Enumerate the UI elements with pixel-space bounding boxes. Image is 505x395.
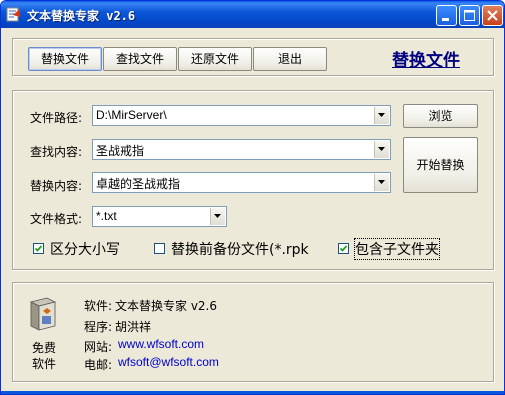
backup-label[interactable]: 替换前备份文件(*.rpk [171,239,309,259]
software-box-icon [29,297,57,331]
path-combobox[interactable]: D:\MirServer\ [92,105,391,126]
checkmark-icon [339,245,348,252]
browse-button[interactable]: 浏览 [403,104,478,128]
replace-files-button[interactable]: 替换文件 [28,47,102,71]
dropdown-arrow-icon [378,113,385,117]
maximize-button[interactable] [459,5,480,26]
email-link[interactable]: wfsoft@wfsoft.com [118,355,219,369]
free-label-line2: 软件 [32,357,57,371]
website-link[interactable]: www.wfsoft.com [118,337,204,351]
find-value: 圣战戒指 [96,144,145,158]
find-files-button[interactable]: 查找文件 [103,47,177,71]
backup-checkbox[interactable] [154,243,165,254]
dropdown-arrow-icon [378,147,385,151]
path-label: 文件路径: [30,111,83,125]
website-label: 网站: [84,340,113,354]
dropdown-arrow-icon [378,180,385,184]
minimize-button[interactable] [436,5,457,26]
format-dropdown-button[interactable] [210,208,225,225]
app-icon [6,7,20,22]
find-label: 查找内容: [30,145,83,159]
replace-label: 替换内容: [30,179,83,193]
close-icon [487,10,498,21]
find-dropdown-button[interactable] [374,141,389,158]
maximize-icon [464,10,475,21]
checkmark-icon [34,245,43,252]
window-frame-bottom [1,391,504,394]
replace-files-link[interactable]: 替换文件 [392,46,460,71]
dropdown-arrow-icon [214,214,221,218]
exit-button[interactable]: 退出 [253,47,327,71]
replace-value: 卓越的圣战戒指 [96,177,181,191]
website-link-text[interactable]: www.wfsoft.com [118,337,204,351]
format-value: *.txt [96,209,117,223]
path-dropdown-button[interactable] [374,107,389,124]
subfolders-label[interactable]: 包含子文件夹 [354,238,440,260]
minimize-icon [442,18,449,21]
find-combobox[interactable]: 圣战戒指 [92,139,391,160]
format-combobox[interactable]: *.txt [92,206,227,227]
software-label: 软件: [84,299,113,313]
replace-combobox[interactable]: 卓越的圣战戒指 [92,172,391,193]
email-label: 电邮: [84,358,113,372]
replace-dropdown-button[interactable] [374,174,389,191]
start-replace-button[interactable]: 开始替换 [403,137,478,193]
software-value: 文本替换专家 v2.6 [115,299,218,313]
case-sensitive-label[interactable]: 区分大小写 [50,239,120,259]
author-label: 程序: [84,320,113,334]
restore-files-button[interactable]: 还原文件 [178,47,252,71]
app-window: 文本替换专家 v2.6 替换文件 查找文件 还原文件 退出 替换文件 文件路径:… [0,0,505,395]
window-title: 文本替换专家 v2.6 [27,9,136,23]
path-value: D:\MirServer\ [96,108,167,122]
case-sensitive-checkbox[interactable] [33,243,44,254]
author-value: 胡洪祥 [115,320,152,334]
free-label-line1: 免费 [32,341,57,355]
format-label: 文件格式: [30,212,83,226]
email-link-text[interactable]: wfsoft@wfsoft.com [118,355,219,369]
close-button[interactable] [482,5,503,26]
subfolders-checkbox[interactable] [338,243,349,254]
title-bar[interactable]: 文本替换专家 v2.6 [1,1,504,28]
